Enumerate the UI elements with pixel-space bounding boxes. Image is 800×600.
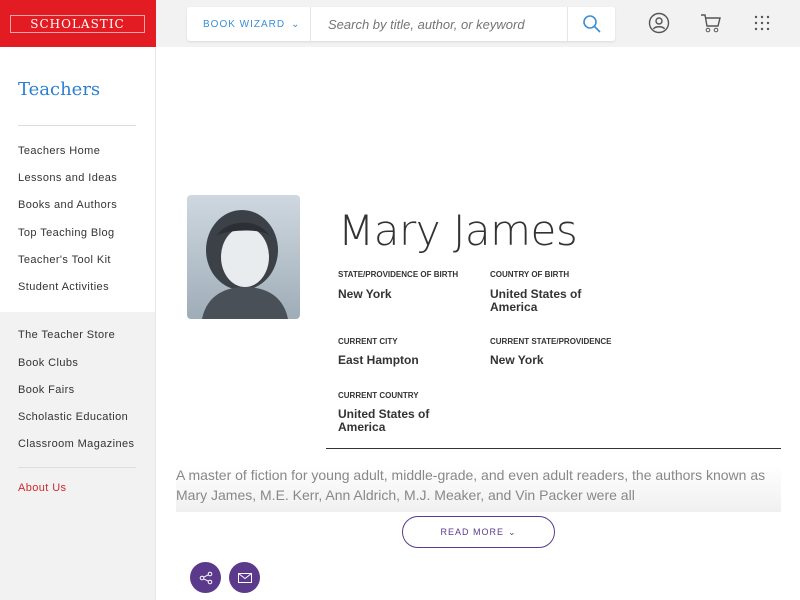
book-wizard-label: BOOK WIZARD [203, 18, 286, 30]
cart-icon[interactable] [700, 12, 722, 34]
sidebar-item-books-authors[interactable]: Books and Authors [18, 199, 117, 211]
read-more-label: READ MORE [440, 527, 504, 537]
sidebar-title[interactable]: Teachers [18, 79, 100, 100]
field-value: New York [490, 353, 544, 367]
email-button[interactable] [229, 562, 260, 593]
account-icon[interactable] [648, 12, 670, 34]
field-label: CURRENT COUNTRY [338, 391, 419, 400]
search-bar: BOOK WIZARD ⌄ [187, 7, 615, 41]
divider [326, 448, 781, 449]
book-wizard-dropdown[interactable]: BOOK WIZARD ⌄ [187, 7, 311, 41]
chevron-down-icon: ⌄ [291, 18, 301, 30]
sidebar-item-student-activities[interactable]: Student Activities [18, 281, 109, 293]
field-label: COUNTRY OF BIRTH [490, 270, 570, 279]
sidebar-item-scholastic-education[interactable]: Scholastic Education [18, 411, 128, 423]
logo-block[interactable]: SCHOLASTIC [0, 0, 156, 47]
field-label: CURRENT CITY [338, 337, 398, 346]
divider [18, 125, 136, 126]
read-more-button[interactable]: READ MORE ⌄ [402, 516, 555, 548]
search-input[interactable] [311, 7, 567, 41]
chevron-down-icon: ⌄ [507, 526, 517, 537]
sidebar-item-book-clubs[interactable]: Book Clubs [18, 357, 78, 369]
author-name: Mary James [338, 206, 578, 255]
sidebar-item-tool-kit[interactable]: Teacher's Tool Kit [18, 254, 111, 266]
field-value: United States of America [490, 287, 582, 314]
author-bio: A master of fiction for young adult, mid… [176, 465, 781, 512]
field-label: STATE/PROVIDENCE OF BIRTH [338, 270, 459, 279]
author-photo [187, 195, 300, 319]
sidebar-item-lessons[interactable]: Lessons and Ideas [18, 172, 117, 184]
apps-grid-icon[interactable] [754, 15, 770, 31]
share-button[interactable] [190, 562, 221, 593]
field-label: CURRENT STATE/PROVIDENCE [490, 337, 612, 346]
sidebar-item-about-us[interactable]: About Us [18, 482, 66, 494]
share-icon [199, 571, 212, 584]
sidebar-item-teachers-home[interactable]: Teachers Home [18, 145, 100, 157]
field-value: United States of America [338, 407, 430, 434]
sidebar-item-book-fairs[interactable]: Book Fairs [18, 384, 75, 396]
divider [18, 467, 136, 468]
sidebar-item-teacher-store[interactable]: The Teacher Store [18, 329, 115, 341]
field-value: East Hampton [338, 353, 419, 367]
sidebar-item-classroom-magazines[interactable]: Classroom Magazines [18, 438, 134, 450]
field-value: New York [338, 287, 392, 301]
scholastic-logo[interactable]: SCHOLASTIC [10, 15, 145, 33]
sidebar: Teachers Teachers Home Lessons and Ideas… [0, 47, 156, 600]
email-icon [237, 572, 252, 583]
search-button[interactable] [567, 7, 615, 41]
search-icon [582, 15, 601, 33]
sidebar-item-blog[interactable]: Top Teaching Blog [18, 227, 115, 239]
